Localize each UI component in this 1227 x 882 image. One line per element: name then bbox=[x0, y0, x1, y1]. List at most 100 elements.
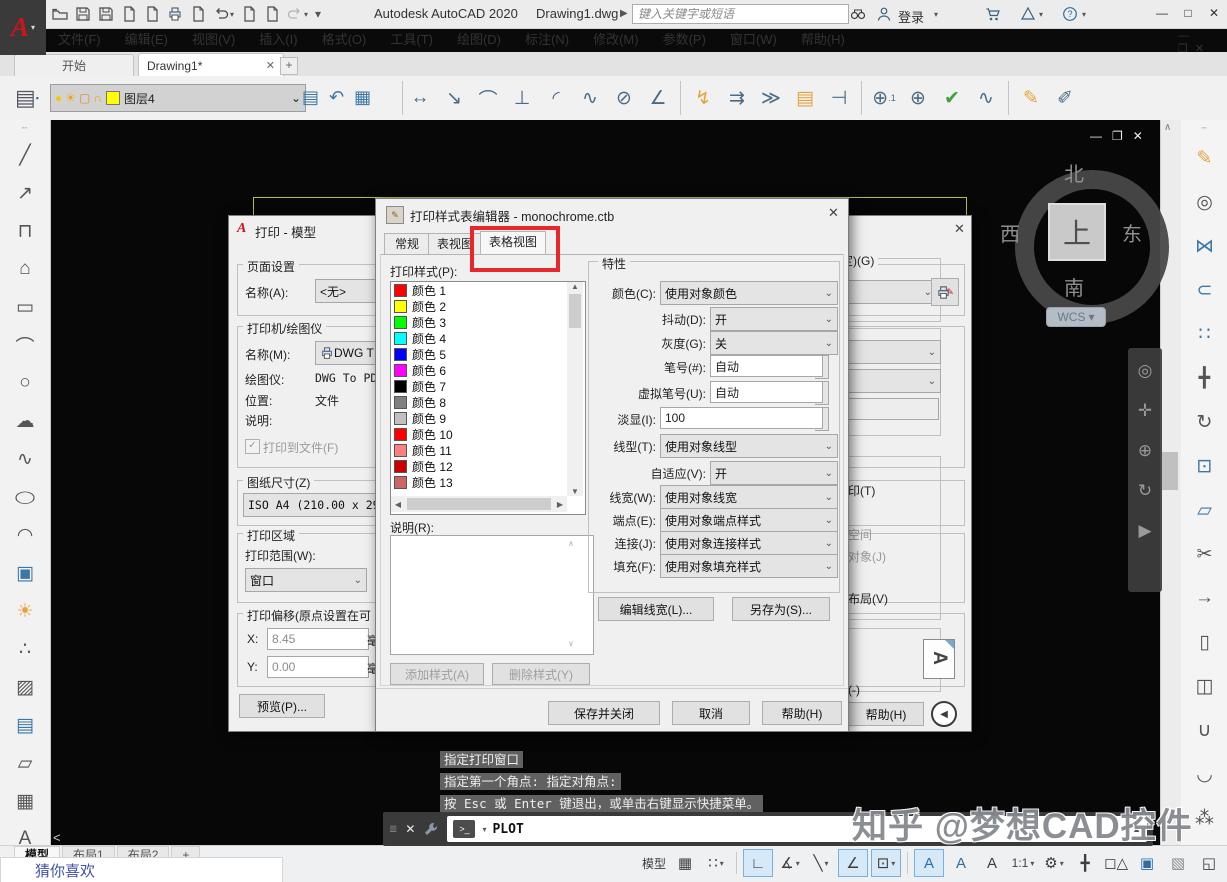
ellipse-icon[interactable]: ◯ bbox=[0, 478, 50, 516]
close-button[interactable]: ✕ bbox=[1202, 0, 1226, 26]
polyline-icon[interactable]: ⊓ bbox=[0, 212, 50, 250]
rotate-icon[interactable]: ↻ bbox=[1181, 400, 1227, 444]
offset-icon[interactable]: ⊂ bbox=[1181, 268, 1227, 312]
center-mark-icon[interactable]: ⊕ .1 bbox=[868, 81, 900, 115]
offset-x-field[interactable]: 8.45 bbox=[267, 628, 369, 650]
search-input[interactable]: 键入关键字或短语 bbox=[632, 4, 849, 24]
polygon-icon[interactable]: ⌂ bbox=[0, 250, 50, 288]
fullscreen-icon[interactable]: ◱ bbox=[1195, 850, 1223, 876]
prop-spinner[interactable]: 自动 bbox=[710, 381, 823, 403]
revision-cloud-icon[interactable]: ☁ bbox=[0, 402, 50, 440]
dim-angular-icon[interactable]: ∠ bbox=[642, 81, 674, 115]
menu-格式O[interactable]: 格式(O) bbox=[310, 28, 379, 52]
prop-select[interactable]: 关 ⌄ bbox=[710, 331, 838, 355]
orbit-icon[interactable]: ↻ bbox=[1138, 472, 1152, 510]
dim-linear-icon[interactable]: ↔ bbox=[404, 81, 436, 115]
annotation-visibility-icon[interactable]: A bbox=[914, 849, 945, 877]
prop-select[interactable]: 使用对象端点样式 ⌄ bbox=[660, 508, 838, 532]
dim-jogged-icon[interactable]: ∿ bbox=[574, 81, 606, 115]
centerline-icon[interactable]: ⊕ bbox=[902, 81, 934, 115]
minimize-button[interactable]: — bbox=[1150, 0, 1174, 26]
toolbar-grip[interactable]: ┉ bbox=[22, 123, 28, 134]
isometric-drafting-icon[interactable]: ╲ ▾ bbox=[807, 850, 835, 876]
table-icon[interactable]: ▦ bbox=[0, 782, 50, 820]
zoom-icon[interactable]: ⊕ bbox=[1138, 432, 1152, 470]
quick-dimension-icon[interactable]: ↯ bbox=[687, 81, 719, 115]
break-at-point-icon[interactable]: ▯ bbox=[1181, 620, 1227, 664]
command-close-icon[interactable]: ✕ bbox=[405, 822, 415, 836]
object-snap-tracking-icon[interactable]: ∠ bbox=[838, 849, 869, 877]
prop-select[interactable]: 使用对象填充样式 ⌄ bbox=[660, 554, 838, 578]
command-grip[interactable]: ≣ bbox=[389, 824, 397, 835]
prop-spinner[interactable]: 100 bbox=[660, 407, 823, 429]
plot-to-file-checkbox[interactable]: ✓ bbox=[245, 439, 260, 454]
polar-tracking-icon[interactable]: ∡ ▾ bbox=[776, 850, 804, 876]
stretch-icon[interactable]: ▱ bbox=[1181, 488, 1227, 532]
app-menu-button[interactable]: A ▾ bbox=[0, 0, 46, 55]
prop-select[interactable]: 使用对象线型 ⌄ bbox=[660, 434, 838, 458]
scroll-left-icon[interactable]: ◀ bbox=[391, 500, 405, 509]
dim-text-edit-icon[interactable]: ✐ bbox=[1049, 81, 1081, 115]
editor-close-icon[interactable]: ✕ bbox=[828, 205, 839, 221]
save-as-icon[interactable] bbox=[98, 6, 114, 22]
description-textarea[interactable] bbox=[390, 535, 594, 655]
circle-icon[interactable]: ○ bbox=[0, 364, 50, 402]
grid-display-icon[interactable]: ▦ bbox=[671, 850, 699, 876]
help-chevron-icon[interactable]: ▾ bbox=[1082, 10, 1086, 19]
dim-continue-icon[interactable]: ≫ bbox=[755, 81, 787, 115]
prop-select[interactable]: 使用对象颜色 ⌄ bbox=[660, 281, 838, 305]
menu-标注N[interactable]: 标注(N) bbox=[513, 28, 581, 52]
annotation-scale-button[interactable]: 1:1 ▾ bbox=[1009, 850, 1037, 876]
move-icon[interactable]: ╋ bbox=[1181, 356, 1227, 400]
tab-drawing1[interactable]: Drawing1* ✕ bbox=[138, 53, 284, 77]
spline-icon[interactable]: ∿ bbox=[0, 440, 50, 478]
suggestion-overlay[interactable]: 猜你喜欢 bbox=[0, 857, 283, 882]
layer-properties-icon[interactable]: ▤ ▪ bbox=[8, 81, 46, 115]
undo-icon[interactable]: ▾ bbox=[213, 6, 234, 22]
prop-select[interactable]: 使用对象连接样式 ⌄ bbox=[660, 531, 838, 555]
layer-isolate-icon[interactable]: ▤ bbox=[302, 87, 319, 108]
plot-range-combo[interactable]: 窗口 ⌄ bbox=[245, 568, 367, 592]
clean-screen-icon[interactable]: ▧ bbox=[1164, 850, 1192, 876]
erase-icon[interactable]: ✎ bbox=[1181, 136, 1227, 180]
command-tools-icon[interactable] bbox=[423, 821, 439, 837]
maximize-button[interactable]: □ bbox=[1176, 0, 1200, 26]
preview-button[interactable]: 预览(P)... bbox=[239, 694, 325, 718]
edit-plot-style-button[interactable]: ✎ bbox=[931, 278, 959, 306]
layer-select-combo[interactable]: ● ☀ ▢ ∩ 图层4 ⌄ bbox=[50, 84, 306, 112]
dim-space-icon[interactable]: ▤ bbox=[789, 81, 821, 115]
layer-manager-icon[interactable]: ▦ bbox=[354, 87, 371, 108]
dim-jog-line-icon[interactable]: ∿ bbox=[970, 81, 1002, 115]
arc-icon[interactable]: ⌒ bbox=[0, 326, 50, 364]
viewcube-top-face[interactable]: 上 bbox=[1048, 203, 1106, 261]
isolate-objects-icon[interactable]: ◻△ bbox=[1102, 850, 1130, 876]
layer-lock-icon[interactable]: ∩ bbox=[93, 91, 102, 105]
help-button[interactable]: 帮助(H) bbox=[762, 701, 842, 725]
menu-帮助H[interactable]: 帮助(H) bbox=[789, 28, 857, 52]
offset-y-field[interactable]: 0.00 bbox=[267, 656, 369, 678]
layer-freeze-icon[interactable]: ☀ bbox=[65, 91, 76, 105]
add-style-button[interactable]: 添加样式(A) bbox=[390, 663, 484, 685]
dim-edit-icon[interactable]: ✎ bbox=[1015, 81, 1047, 115]
app-store-cart-icon[interactable] bbox=[985, 6, 1001, 22]
menu-参数P[interactable]: 参数(P) bbox=[651, 28, 718, 52]
rectangle-icon[interactable]: ▭ bbox=[0, 288, 50, 326]
scroll-down-icon[interactable]: ∨ bbox=[568, 639, 574, 648]
prop-spinner[interactable]: 自动 bbox=[710, 355, 823, 377]
prop-select[interactable]: 开 ⌄ bbox=[710, 461, 838, 485]
region-icon[interactable]: ▱ bbox=[0, 744, 50, 782]
show-motion-icon[interactable]: ▶ bbox=[1138, 512, 1151, 550]
tab-close-icon[interactable]: ✕ bbox=[266, 59, 275, 72]
menu-工具T[interactable]: 工具(T) bbox=[378, 28, 445, 52]
print-icon[interactable] bbox=[167, 6, 183, 22]
scrollbar-thumb[interactable] bbox=[1162, 452, 1178, 490]
menu-视图V[interactable]: 视图(V) bbox=[180, 28, 247, 52]
insert-block-icon[interactable]: ▣ bbox=[0, 554, 50, 592]
trim-icon[interactable]: ✂ bbox=[1181, 532, 1227, 576]
point-icon[interactable]: ∴ bbox=[0, 630, 50, 668]
new-drawing-icon[interactable] bbox=[190, 6, 206, 22]
customization-plus-icon[interactable]: ╋ bbox=[1071, 850, 1099, 876]
app-chevron-icon[interactable]: ▾ bbox=[1039, 10, 1043, 19]
menu-修改M[interactable]: 修改(M) bbox=[581, 28, 651, 52]
layer-previous-icon[interactable]: ↶ bbox=[329, 87, 344, 108]
